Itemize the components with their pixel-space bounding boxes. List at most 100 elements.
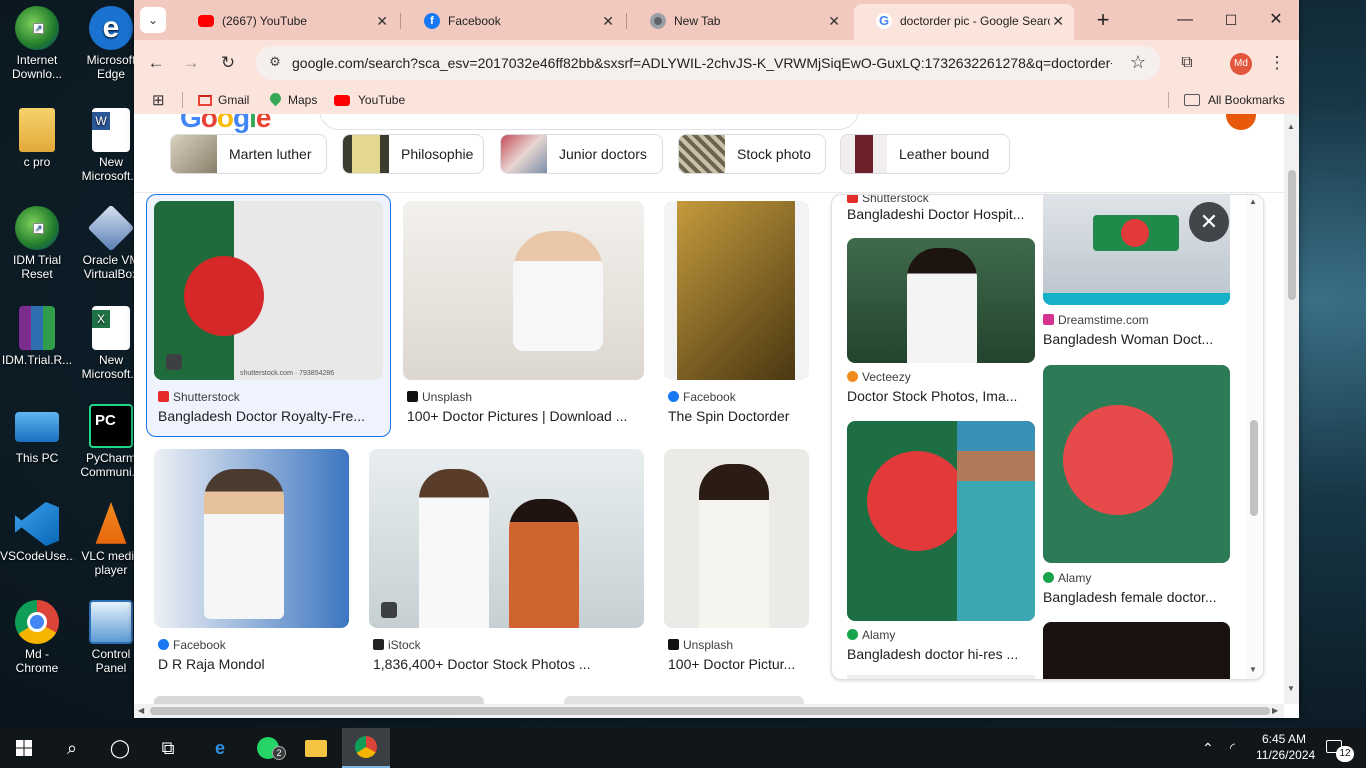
wifi-icon[interactable]: ◜ xyxy=(1230,728,1250,768)
new-tab-button[interactable]: + xyxy=(1080,0,1126,40)
filter-chip-junior-doctors[interactable]: Junior doctors xyxy=(500,134,663,174)
task-view-icon[interactable]: ⧉ xyxy=(144,728,192,768)
filter-chip-marten-luther[interactable]: Marten luther xyxy=(170,134,327,174)
whatsapp-icon[interactable]: 2 xyxy=(244,728,292,768)
result-image-partial[interactable] xyxy=(154,696,484,704)
cortana-icon[interactable]: ◯ xyxy=(96,728,144,768)
bookmark-gmail[interactable]: Gmail xyxy=(198,92,249,108)
notification-center-icon[interactable]: 12 xyxy=(1320,728,1360,768)
close-window-button[interactable]: ✕ xyxy=(1253,0,1299,40)
tab-new-tab[interactable]: New Tab ✕ xyxy=(628,6,850,36)
scroll-down-arrow-icon[interactable]: ▼ xyxy=(1287,684,1295,693)
close-tab-icon[interactable]: ✕ xyxy=(1052,4,1064,38)
result-title[interactable]: 1,836,400+ Doctor Stock Photos ... xyxy=(373,656,643,672)
search-box[interactable] xyxy=(319,114,859,130)
result-image[interactable]: shutterstock.com · 793854286 xyxy=(154,201,383,380)
result-source[interactable]: Shutterstock xyxy=(158,390,240,404)
related-image[interactable] xyxy=(847,421,1035,621)
filter-chip-leather-bound[interactable]: Leather bound xyxy=(840,134,1010,174)
site-info-icon[interactable]: ⚙ xyxy=(266,54,284,72)
result-source[interactable]: Facebook xyxy=(158,638,226,652)
tab-facebook[interactable]: f Facebook ✕ xyxy=(402,6,624,36)
desktop-icon-idm-trial[interactable]: IDM.Trial.R... xyxy=(0,306,74,367)
menu-kebab-icon[interactable]: ⋮ xyxy=(1264,50,1290,76)
chrome-taskbar-button[interactable] xyxy=(342,728,390,768)
google-logo[interactable]: Google xyxy=(180,114,271,134)
all-bookmarks-button[interactable]: All Bookmarks xyxy=(1184,92,1285,108)
forward-button[interactable]: → xyxy=(178,50,204,76)
page-vertical-scrollbar[interactable]: ▲ ▼ xyxy=(1284,114,1299,704)
scroll-right-arrow-icon[interactable]: ▶ xyxy=(1272,706,1278,715)
filter-chip-philosophie[interactable]: Philosophie xyxy=(342,134,484,174)
result-image[interactable] xyxy=(664,449,809,628)
desktop-icon-vscode[interactable]: VSCodeUse... xyxy=(0,502,74,563)
extensions-puzzle-icon[interactable]: ⧉ xyxy=(1174,50,1200,76)
scroll-up-arrow-icon[interactable]: ▲ xyxy=(1287,122,1295,131)
desktop-icon-idm-reset[interactable]: ↗ IDM Trial Reset xyxy=(0,206,74,281)
result-source[interactable]: iStock xyxy=(373,638,421,652)
tray-chevron-icon[interactable]: ⌃ xyxy=(1202,728,1224,768)
related-title[interactable]: Bangladesh doctor hi-res ... xyxy=(847,646,1032,662)
related-title[interactable]: Bangladesh Woman Doct... xyxy=(1043,331,1228,347)
result-title[interactable]: 100+ Doctor Pictures | Download ... xyxy=(407,408,641,424)
related-source[interactable]: Alamy xyxy=(1043,571,1091,585)
result-image[interactable] xyxy=(403,201,644,380)
address-bar[interactable]: ⚙ google.com/search?sca_esv=2017032e46ff… xyxy=(256,46,1160,80)
scroll-down-arrow-icon[interactable]: ▼ xyxy=(1249,665,1257,674)
desktop-icon-c-pro[interactable]: c pro xyxy=(0,108,74,169)
related-source[interactable]: Vecteezy xyxy=(847,370,911,384)
scroll-up-arrow-icon[interactable]: ▲ xyxy=(1249,197,1257,206)
back-button[interactable]: ← xyxy=(143,50,169,76)
result-source[interactable]: Unsplash xyxy=(407,390,472,404)
related-source[interactable]: Dreamstime.com xyxy=(1043,313,1149,327)
result-title[interactable]: 100+ Doctor Pictur... xyxy=(668,656,808,672)
filter-chip-stock-photo[interactable]: Stock photo xyxy=(678,134,826,174)
scrollbar-thumb[interactable] xyxy=(1288,170,1296,300)
tab-search-button[interactable]: ⌄ xyxy=(140,7,166,33)
related-source[interactable]: Alamy xyxy=(847,628,895,642)
file-explorer-icon[interactable] xyxy=(292,728,340,768)
maximize-button[interactable]: ☐ xyxy=(1208,0,1254,40)
scroll-left-arrow-icon[interactable]: ◀ xyxy=(138,706,144,715)
desktop-icon-idm[interactable]: ↗ Internet Downlo... xyxy=(0,6,74,81)
close-tab-icon[interactable]: ✕ xyxy=(828,6,840,36)
close-tab-icon[interactable]: ✕ xyxy=(602,6,614,36)
scrollbar-thumb[interactable] xyxy=(1250,420,1258,516)
result-source[interactable]: Unsplash xyxy=(668,638,733,652)
search-icon[interactable]: ⌕ xyxy=(48,728,96,768)
result-image[interactable] xyxy=(664,201,809,380)
start-button[interactable] xyxy=(0,728,48,768)
result-title[interactable]: D R Raja Mondol xyxy=(158,656,348,672)
apps-grid-icon[interactable]: ⊞ xyxy=(152,91,165,109)
edge-icon[interactable]: e xyxy=(196,728,244,768)
result-source[interactable]: Facebook xyxy=(668,390,736,404)
scrollbar-thumb[interactable] xyxy=(150,707,1270,715)
result-image[interactable] xyxy=(369,449,644,628)
tab-youtube[interactable]: (2667) YouTube ✕ xyxy=(176,6,398,36)
related-image[interactable] xyxy=(1043,365,1230,563)
result-image-partial[interactable] xyxy=(564,696,804,704)
related-title[interactable]: Bangladesh female doctor... xyxy=(1043,589,1228,605)
clock[interactable]: 6:45 AM 11/26/2024 xyxy=(1256,728,1315,768)
bookmark-maps[interactable]: Maps xyxy=(267,90,317,108)
profile-avatar[interactable]: Md xyxy=(1230,53,1252,75)
panel-scrollbar[interactable]: ▲ ▼ xyxy=(1246,195,1262,679)
related-title[interactable]: Doctor Stock Photos, Ima... xyxy=(847,388,1032,404)
desktop-icon-md-chrome[interactable]: Md - Chrome xyxy=(0,600,74,675)
related-image[interactable] xyxy=(1043,622,1230,679)
page-horizontal-scrollbar[interactable]: ◀ ▶ xyxy=(134,704,1284,718)
minimize-button[interactable]: — xyxy=(1162,0,1208,40)
related-image[interactable] xyxy=(847,238,1035,363)
bookmark-star-icon[interactable]: ☆ xyxy=(1130,52,1146,73)
account-avatar[interactable] xyxy=(1226,114,1256,130)
result-title[interactable]: The Spin Doctorder xyxy=(668,408,808,424)
related-title[interactable]: Bangladeshi Doctor Hospit... xyxy=(847,206,1032,222)
tab-google-search[interactable]: G doctorder pic - Google Searc ✕ xyxy=(854,4,1074,40)
related-source[interactable]: Shutterstock xyxy=(847,195,929,205)
close-tab-icon[interactable]: ✕ xyxy=(376,6,388,36)
result-title[interactable]: Bangladesh Doctor Royalty-Fre... xyxy=(158,408,378,424)
reload-button[interactable]: ↻ xyxy=(215,50,241,76)
result-image[interactable] xyxy=(154,449,349,628)
related-image-partial[interactable] xyxy=(847,675,1035,679)
bookmark-youtube[interactable]: YouTube xyxy=(334,92,405,108)
